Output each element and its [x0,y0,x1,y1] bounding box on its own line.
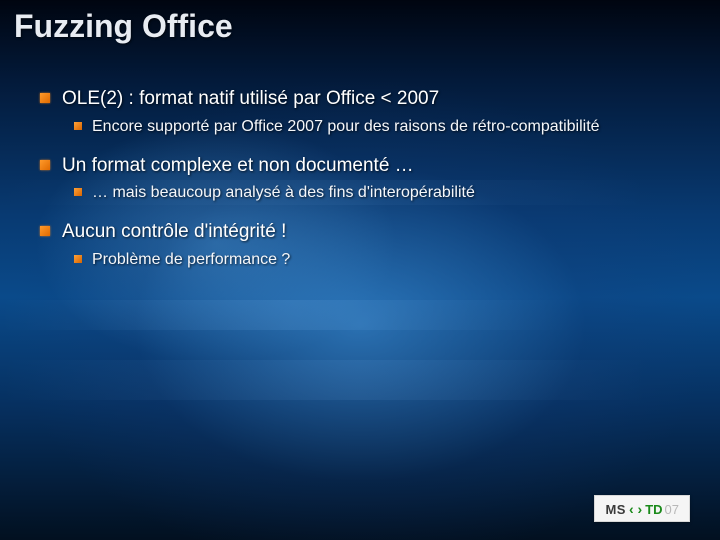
bullet-level2: Encore supporté par Office 2007 pour des… [74,117,680,138]
bullet-icon [74,255,82,263]
bullet-text: OLE(2) : format natif utilisé par Office… [62,87,439,111]
bullet-icon [40,160,50,170]
bullet-text: Un format complexe et non documenté … [62,154,414,178]
bullet-level1: Un format complexe et non documenté … [40,154,680,178]
bullet-level1: Aucun contrôle d'intégrité ! [40,220,680,244]
bullet-icon [40,226,50,236]
bullet-level1: OLE(2) : format natif utilisé par Office… [40,87,680,111]
bullet-text: … mais beaucoup analysé à des fins d'int… [92,183,475,204]
bullet-icon [40,93,50,103]
bullet-level2: Problème de performance ? [74,250,680,271]
bullet-text: Problème de performance ? [92,250,290,271]
logo-td: TD [645,502,662,517]
slide-content: OLE(2) : format natif utilisé par Office… [0,59,720,271]
footer-logo: MS ‹ › TD07 [594,495,690,522]
slide-title: Fuzzing Office [0,0,720,59]
bullet-text: Aucun contrôle d'intégrité ! [62,220,286,244]
logo-ms: MS [605,502,626,517]
bullet-icon [74,188,82,196]
slide: Fuzzing Office OLE(2) : format natif uti… [0,0,720,540]
logo-year: 07 [665,502,679,517]
bullet-icon [74,122,82,130]
bullet-text: Encore supporté par Office 2007 pour des… [92,117,600,138]
logo-chevrons-icon: ‹ › [629,501,642,517]
bullet-level2: … mais beaucoup analysé à des fins d'int… [74,183,680,204]
